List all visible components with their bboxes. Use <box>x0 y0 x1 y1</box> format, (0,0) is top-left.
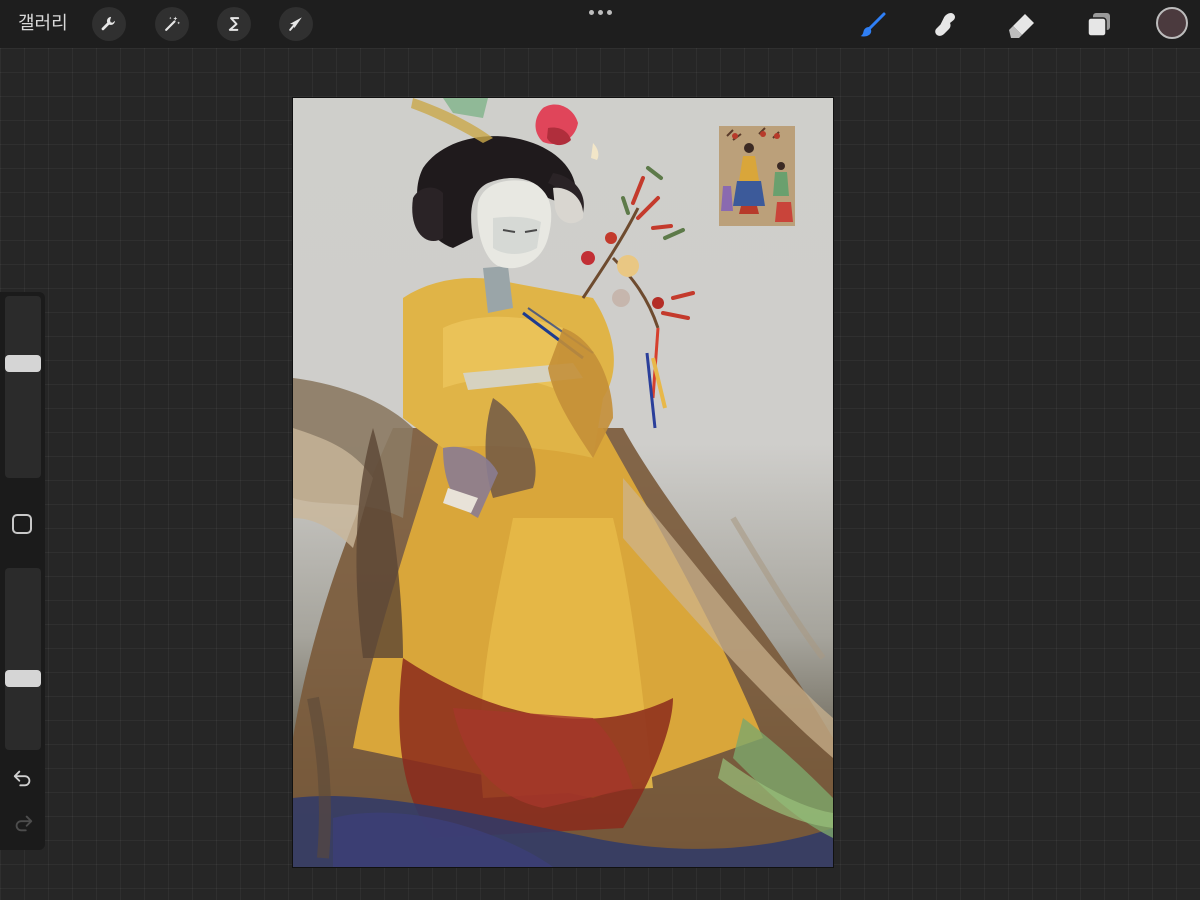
selection-s-icon <box>228 17 240 31</box>
color-picker-button[interactable] <box>1156 7 1188 39</box>
drawing-canvas[interactable] <box>293 98 833 867</box>
actions-button[interactable] <box>92 7 126 41</box>
smudge-tool-button[interactable] <box>929 8 963 42</box>
adjustments-button[interactable] <box>155 7 189 41</box>
layers-icon <box>1087 13 1110 37</box>
redo-button[interactable] <box>10 810 36 836</box>
left-sidebar <box>0 292 45 850</box>
layers-button[interactable] <box>1082 8 1116 42</box>
arrow-cursor-icon <box>289 17 302 31</box>
dot <box>588 9 594 15</box>
smudge-finger-icon <box>935 13 955 36</box>
magic-wand-icon <box>165 16 181 31</box>
modify-button[interactable] <box>12 514 32 534</box>
wrench-icon <box>101 16 115 31</box>
dot <box>606 9 612 15</box>
redo-arrow-icon <box>15 815 33 832</box>
undo-button[interactable] <box>10 765 36 791</box>
reference-image[interactable] <box>719 126 795 226</box>
top-toolbar: 갤러리 <box>0 0 1200 48</box>
eraser-icon <box>1009 14 1034 38</box>
transform-button[interactable] <box>279 7 313 41</box>
opacity-slider-thumb[interactable] <box>5 670 41 687</box>
undo-arrow-icon <box>13 770 31 787</box>
brush-size-slider-thumb[interactable] <box>5 355 41 372</box>
reference-thumbnail <box>719 126 795 226</box>
brush-tool-button[interactable] <box>856 8 890 42</box>
opacity-slider[interactable] <box>5 568 41 750</box>
dot <box>597 9 603 15</box>
gallery-button[interactable]: 갤러리 <box>18 10 68 38</box>
selection-button[interactable] <box>217 7 251 41</box>
brush-size-slider[interactable] <box>5 296 41 478</box>
more-options-button[interactable] <box>584 6 616 18</box>
brush-icon <box>860 12 886 37</box>
eraser-tool-button[interactable] <box>1005 8 1039 42</box>
